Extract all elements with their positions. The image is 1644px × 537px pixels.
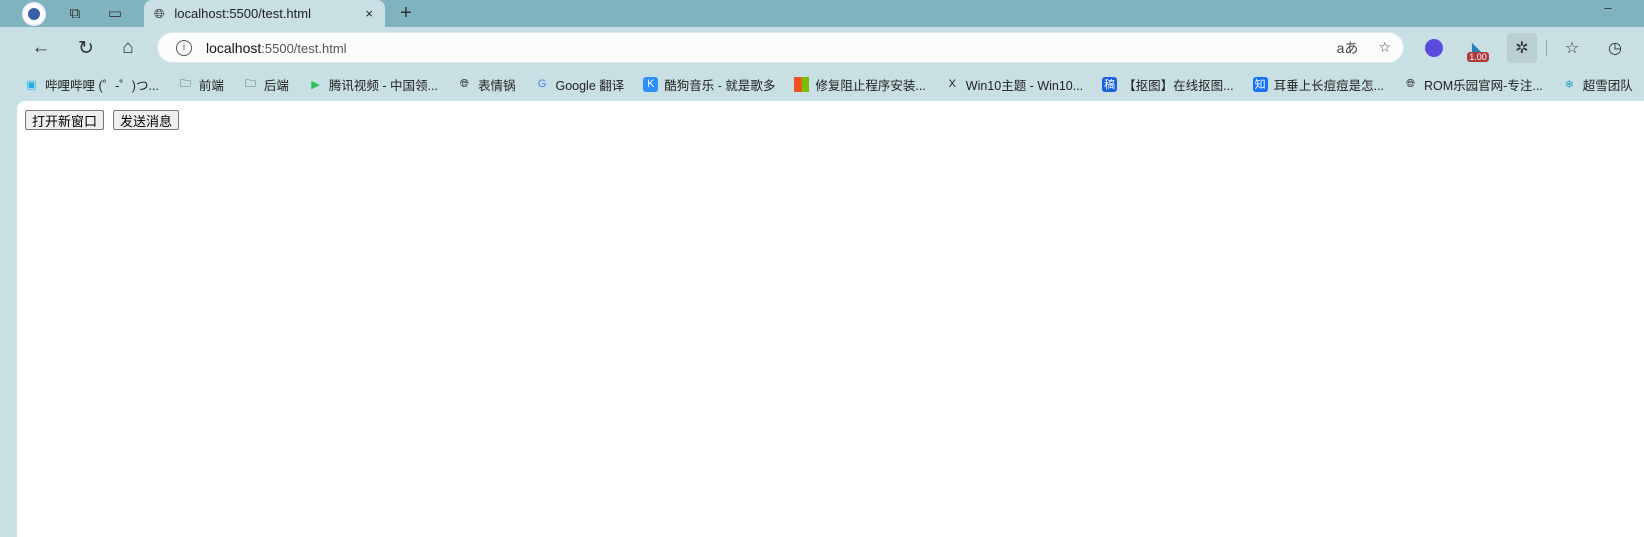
- globe-icon: 🌐︎: [460, 77, 469, 90]
- bilibili-icon: ▣: [26, 78, 37, 91]
- url-path: :5500/test.html: [261, 40, 347, 56]
- bookmark-label: 耳垂上长痘痘是怎...: [1273, 78, 1385, 93]
- bookmark-label: 超雪团队: [1582, 78, 1633, 93]
- reload-button[interactable]: ↻: [71, 33, 101, 63]
- send-message-button[interactable]: 发送消息: [113, 110, 180, 130]
- microsoft-icon: [794, 76, 810, 92]
- bookmark-item[interactable]: ▣ 哔哩哔哩 (゜-゜)つ...: [24, 75, 159, 94]
- new-tab-button[interactable]: +: [395, 2, 417, 24]
- snowflake-icon: ❄: [1564, 78, 1574, 91]
- tencent-video-icon: ▶: [311, 78, 320, 91]
- gao-icon: 稿: [1102, 76, 1118, 92]
- zhihu-icon: 知: [1252, 76, 1268, 92]
- bookmark-label: 前端: [198, 78, 224, 93]
- bookmark-item[interactable]: 知耳垂上长痘痘是怎...: [1252, 75, 1385, 94]
- tab-actions-icon[interactable]: ▭: [104, 2, 126, 24]
- address-bar[interactable]: i localhost:5500/test.html aあ ☆: [157, 32, 1404, 63]
- home-button[interactable]: ⌂: [113, 33, 143, 63]
- folder-icon: 🗀︎: [244, 77, 256, 90]
- extension-badge: 1.00: [1467, 52, 1489, 62]
- globe-icon: 🌐︎: [154, 5, 165, 21]
- bookmark-item[interactable]: G Google 翻译: [534, 75, 625, 94]
- toolbar-divider: [1546, 40, 1547, 56]
- read-aloud-icon[interactable]: aあ: [1337, 38, 1359, 58]
- bookmark-item[interactable]: 🗀︎ 前端: [178, 75, 224, 94]
- bookmark-item[interactable]: 🗀︎ 后端: [243, 75, 289, 94]
- tab-active[interactable]: 🌐︎ localhost:5500/test.html ×: [144, 0, 385, 27]
- bookmark-item[interactable]: 稿【抠图】在线抠图...: [1102, 75, 1234, 94]
- bookmark-label: Google 翻译: [555, 78, 625, 93]
- bookmark-item[interactable]: K 酷狗音乐 - 就是歌多: [643, 75, 775, 94]
- bookmark-label: 酷狗音乐 - 就是歌多: [664, 78, 776, 93]
- extensions-puzzle-icon[interactable]: ✲: [1507, 33, 1537, 63]
- site-info-icon[interactable]: i: [176, 39, 192, 56]
- url-host: localhost: [206, 39, 262, 56]
- bookmark-label: ROM乐园官网-专注...: [1424, 78, 1543, 93]
- favorite-star-icon[interactable]: ☆: [1378, 39, 1391, 56]
- extension-speed-icon[interactable]: ◣ 1.00: [1463, 33, 1493, 63]
- bookmarks-bar: ▣ 哔哩哔哩 (゜-゜)つ... 🗀︎ 前端 🗀︎ 后端 ▶ 腾讯视频 - 中国领... 🌐︎ 表…: [24, 73, 1644, 95]
- folder-icon: 🗀︎: [179, 77, 191, 90]
- bookmark-label: 修复阻止程序安装...: [815, 78, 926, 93]
- kugou-icon: K: [643, 76, 659, 92]
- profile-avatar[interactable]: [22, 2, 46, 26]
- minimize-button[interactable]: –: [1600, 0, 1616, 15]
- bookmark-label: Win10主题 - Win10...: [965, 78, 1084, 93]
- bookmark-item[interactable]: X Win10主题 - Win10...: [945, 75, 1084, 94]
- x-icon: X: [948, 78, 956, 90]
- bookmark-label: 后端: [263, 78, 289, 93]
- bookmark-label: 哔哩哔哩 (゜-゜)つ...: [45, 78, 159, 93]
- open-window-button[interactable]: 打开新窗口: [25, 110, 105, 130]
- extension-icon[interactable]: [1419, 33, 1449, 63]
- bookmark-item[interactable]: 🌐︎ ROM乐园官网-专注...: [1403, 75, 1543, 94]
- bookmark-item[interactable]: ❄ 超雪团队: [1562, 75, 1633, 94]
- bookmark-item[interactable]: 🌐︎ 表情锅: [457, 75, 516, 94]
- bookmark-label: 【抠图】在线抠图...: [1123, 78, 1234, 93]
- history-icon[interactable]: ◷: [1600, 33, 1630, 63]
- google-translate-icon: G: [537, 78, 547, 90]
- favorites-icon[interactable]: ☆: [1557, 33, 1587, 63]
- back-button[interactable]: ←: [26, 33, 56, 63]
- tab-close-icon[interactable]: ×: [365, 6, 373, 21]
- page-content: 打开新窗口 发送消息: [17, 101, 1644, 537]
- bookmark-item[interactable]: ▶ 腾讯视频 - 中国领...: [308, 75, 438, 94]
- bookmark-label: 表情锅: [477, 78, 516, 93]
- bookmark-label: 腾讯视频 - 中国领...: [328, 78, 438, 93]
- globe-icon: 🌐︎: [1406, 77, 1415, 90]
- tab-title: localhost:5500/test.html: [174, 6, 311, 21]
- workspaces-icon[interactable]: ⧉: [64, 2, 86, 24]
- bookmark-item[interactable]: 修复阻止程序安装...: [794, 75, 926, 94]
